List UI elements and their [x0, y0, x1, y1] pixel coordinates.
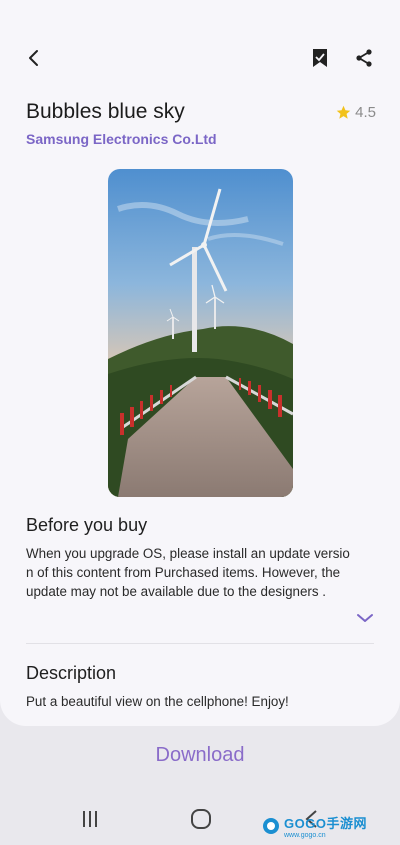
rating-value: 4.5: [355, 104, 376, 121]
theme-detail-card: Bubbles blue sky 4.5 Samsung Electronics…: [0, 0, 400, 726]
star-icon: [336, 105, 351, 119]
description-heading: Description: [26, 663, 117, 683]
site-watermark: GOGO手游网 www.gogo.cn: [262, 813, 382, 839]
description-text: Put a beautiful view on the cellphone! E…: [26, 694, 289, 709]
home-icon: [191, 809, 211, 829]
before-you-buy-line: update may not be available due to the d…: [26, 584, 327, 599]
before-you-buy-heading: Before you buy: [26, 515, 148, 535]
back-button[interactable]: [18, 42, 50, 74]
share-button[interactable]: [348, 42, 380, 74]
before-you-buy-line: When you upgrade OS, please install an u…: [26, 546, 350, 561]
top-app-bar: [0, 38, 400, 82]
recents-button[interactable]: [70, 804, 110, 834]
before-you-buy-text: When you upgrade OS, please install an u…: [26, 544, 376, 601]
theme-title: Bubbles blue sky: [26, 100, 185, 123]
share-icon: [356, 49, 372, 67]
watermark-logo-icon: [263, 818, 279, 834]
before-you-buy-line: n of this content from Purchased items. …: [26, 565, 341, 580]
back-arrow-icon: [29, 50, 38, 66]
watermark-subtext: www.gogo.cn: [284, 832, 326, 839]
home-button[interactable]: [181, 804, 221, 834]
expand-button[interactable]: [354, 608, 376, 628]
rating: 4.5: [336, 104, 376, 121]
publisher-link[interactable]: Samsung Electronics Co.Ltd: [26, 131, 217, 147]
chevron-down-icon: [357, 614, 373, 622]
bookmark-button[interactable]: [304, 42, 336, 74]
download-button[interactable]: Download: [0, 744, 400, 767]
theme-preview-image[interactable]: [108, 169, 293, 497]
watermark-text: GOGO手游网: [284, 816, 367, 831]
recents-icon: [83, 811, 97, 827]
watermark-text-block: GOGO手游网 www.gogo.cn: [284, 813, 367, 839]
bookmark-icon: [313, 49, 327, 67]
divider: [26, 643, 374, 644]
